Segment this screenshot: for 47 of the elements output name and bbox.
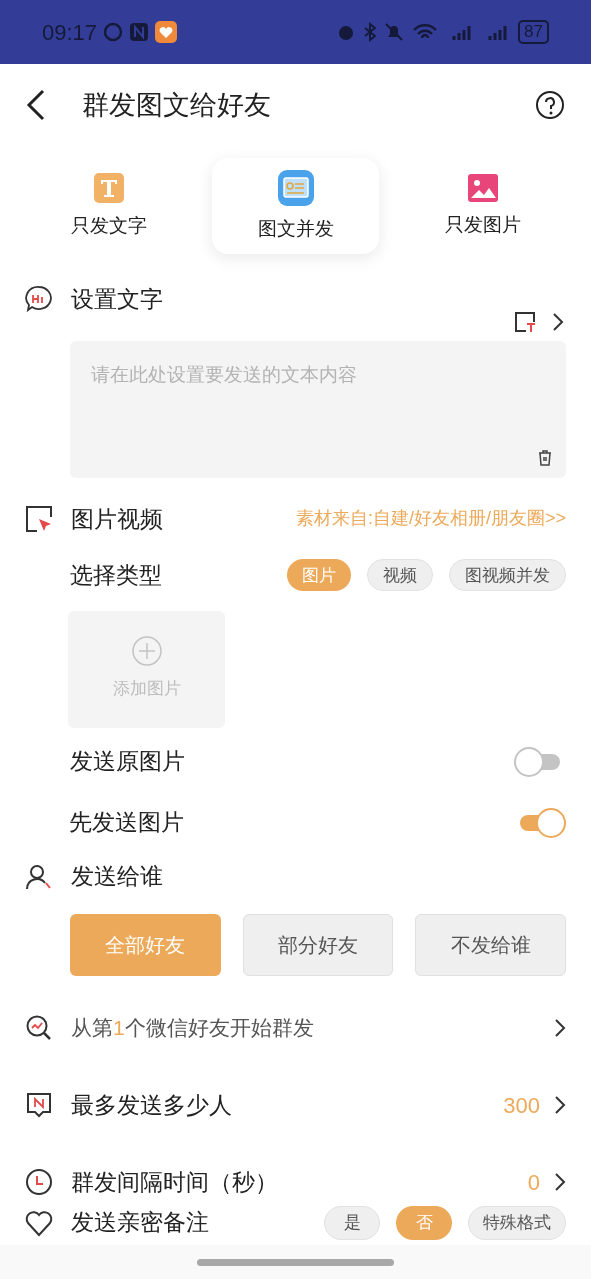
chat-bubble-icon <box>25 285 53 314</box>
mode-tab[interactable]: 只发文字 <box>25 158 192 254</box>
bluetooth-icon <box>364 22 377 42</box>
person-icon <box>25 862 53 891</box>
page-title: 群发图文给好友 <box>82 88 272 122</box>
status-time: 09:17 <box>42 18 98 47</box>
id-card-icon <box>276 168 315 207</box>
toggle-label: 发送原图片 <box>70 747 185 777</box>
setting-label: 最多发送多少人 <box>71 1090 233 1120</box>
section-title: 图片视频 <box>71 504 164 534</box>
back-icon[interactable] <box>26 89 46 121</box>
mode-tab[interactable]: 图文并发 <box>212 158 379 254</box>
chevron-right-icon <box>552 311 564 332</box>
remark-chip[interactable]: 是 <box>324 1205 380 1240</box>
text-frame-icon[interactable] <box>514 310 536 333</box>
section-title: 发送给谁 <box>71 862 163 892</box>
search-trend-icon <box>25 1014 53 1042</box>
mode-tab[interactable]: 只发图片 <box>399 158 566 254</box>
setting-value: 300 <box>503 1091 540 1120</box>
toggle-label: 先发送图片 <box>69 808 184 838</box>
section-title: 设置文字 <box>71 285 163 314</box>
chevron-right-icon <box>554 1095 566 1115</box>
setting-value: 0 <box>527 1168 540 1197</box>
text-input-area[interactable]: 请在此处设置要发送的文本内容 <box>70 340 566 478</box>
letter-t-icon <box>92 171 125 204</box>
type-chip[interactable]: 图视频并发 <box>449 559 566 592</box>
type-chip[interactable]: 视频 <box>367 559 433 592</box>
type-label: 选择类型 <box>70 561 163 590</box>
bell-muted-icon <box>384 22 405 42</box>
letter-n-icon <box>25 1091 53 1119</box>
setting-label: 群发间隔时间（秒） <box>71 1167 279 1197</box>
recipient-option[interactable]: 不发给谁 <box>415 913 566 976</box>
setting-label: 发送亲密备注 <box>71 1208 210 1238</box>
chevron-right-icon <box>554 1018 566 1038</box>
cursor-frame-icon <box>25 504 53 533</box>
image-icon <box>466 172 499 203</box>
recipient-option[interactable]: 部分好友 <box>242 913 394 976</box>
plus-circle-icon <box>131 636 162 667</box>
start-position-text: 从第1个微信好友开始群发 <box>71 1015 315 1042</box>
nfc-icon <box>129 22 150 42</box>
clock-icon <box>25 1168 53 1196</box>
heart-app-icon <box>155 21 178 43</box>
battery-indicator: 87 <box>518 20 549 44</box>
chevron-right-icon <box>554 1172 566 1192</box>
help-icon[interactable] <box>535 90 565 120</box>
trash-icon[interactable] <box>538 449 552 466</box>
remark-chip[interactable]: 特殊格式 <box>468 1205 566 1240</box>
